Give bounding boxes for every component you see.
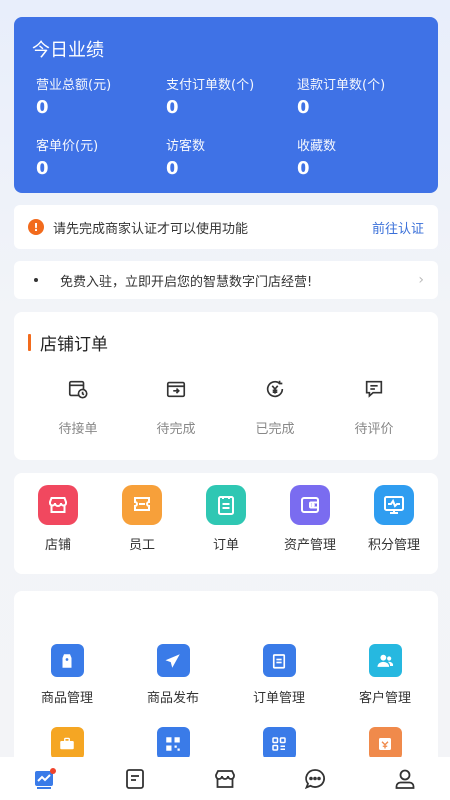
pending-order-icon bbox=[68, 380, 88, 399]
notice-text: 请先完成商家认证才可以使用功能 bbox=[53, 221, 249, 237]
stat-value: 0 bbox=[36, 158, 49, 179]
shop-icon bbox=[215, 769, 235, 788]
store-orders-title: 店铺订单 bbox=[40, 335, 108, 355]
in-progress-icon bbox=[166, 381, 186, 398]
bullet-icon bbox=[34, 278, 38, 282]
tool-assets[interactable]: 资产管理 bbox=[268, 485, 352, 553]
tab-profile[interactable] bbox=[385, 759, 425, 799]
stat-label: 访客数 bbox=[166, 139, 206, 154]
order-completed[interactable]: 已完成 bbox=[235, 378, 315, 437]
notification-dot bbox=[50, 767, 56, 774]
message-icon bbox=[304, 768, 326, 789]
stat-label: 支付订单数(个) bbox=[166, 78, 255, 93]
scan-code-icon bbox=[262, 727, 296, 760]
stat-refund-orders[interactable]: 退款订单数(个) 0 bbox=[297, 74, 427, 118]
manage-label: 商品发布 bbox=[146, 691, 199, 706]
customers-icon bbox=[368, 644, 402, 677]
tab-documents[interactable] bbox=[115, 759, 155, 799]
tool-label: 员工 bbox=[128, 538, 155, 553]
manage-item-5[interactable] bbox=[14, 727, 120, 760]
tool-points[interactable]: 积分管理 bbox=[352, 485, 436, 553]
wallet-icon bbox=[290, 485, 330, 525]
tool-store[interactable]: 店铺 bbox=[16, 485, 100, 553]
manage-label: 客户管理 bbox=[358, 691, 411, 706]
stat-favorites[interactable]: 收藏数 0 bbox=[297, 135, 427, 179]
order-status-label: 待接单 bbox=[58, 422, 98, 437]
qrcode-icon bbox=[156, 727, 190, 760]
manage-products[interactable]: 商品管理 bbox=[14, 644, 120, 706]
stat-value: 0 bbox=[36, 97, 49, 118]
stat-label: 营业总额(元) bbox=[36, 78, 112, 93]
order-list-icon bbox=[262, 644, 296, 677]
promo-text: 免费入驻，立即开启您的智慧数字门店经营! bbox=[60, 274, 313, 290]
order-status-label: 待评价 bbox=[354, 422, 394, 437]
completed-icon bbox=[266, 380, 284, 398]
promo-banner[interactable]: 免费入驻，立即开启您的智慧数字门店经营! › bbox=[14, 261, 438, 299]
tab-messages[interactable] bbox=[295, 759, 335, 799]
manage-item-8[interactable] bbox=[332, 727, 438, 760]
order-status-label: 已完成 bbox=[255, 422, 295, 437]
product-tag-icon bbox=[50, 644, 84, 677]
document-icon bbox=[126, 768, 144, 789]
send-icon bbox=[156, 644, 190, 677]
performance-title: 今日业绩 bbox=[32, 40, 104, 61]
store-icon bbox=[38, 485, 78, 525]
chevron-right-icon: › bbox=[418, 272, 424, 288]
manage-orders[interactable]: 订单管理 bbox=[226, 644, 332, 706]
manage-item-7[interactable] bbox=[226, 727, 332, 760]
manage-label: 订单管理 bbox=[252, 691, 305, 706]
order-pending-complete[interactable]: 待完成 bbox=[136, 378, 216, 437]
store-orders-card: 店铺订单 待接单 待完成 已完成 待评价 bbox=[14, 312, 438, 460]
section-accent-bar bbox=[28, 334, 31, 351]
tab-shop[interactable] bbox=[205, 759, 245, 799]
bottom-tab-bar bbox=[0, 757, 450, 800]
manage-customers[interactable]: 客户管理 bbox=[332, 644, 438, 706]
points-icon bbox=[374, 485, 414, 525]
stat-total-sales[interactable]: 营业总额(元) 0 bbox=[36, 74, 166, 118]
tool-label: 资产管理 bbox=[283, 538, 336, 553]
quick-tools-card: 店铺 员工 订单 资产管理 积分管理 bbox=[14, 473, 438, 574]
stat-label: 收藏数 bbox=[297, 139, 337, 154]
tool-label: 积分管理 bbox=[367, 538, 420, 553]
stat-label: 客单价(元) bbox=[36, 139, 99, 154]
stat-value: 0 bbox=[297, 158, 310, 179]
stat-paid-orders[interactable]: 支付订单数(个) 0 bbox=[166, 74, 296, 118]
tool-label: 店铺 bbox=[44, 538, 71, 553]
tool-staff[interactable]: 员工 bbox=[100, 485, 184, 553]
manage-label: 商品管理 bbox=[40, 691, 93, 706]
tool-label: 订单 bbox=[212, 538, 239, 553]
stat-avg-order[interactable]: 客单价(元) 0 bbox=[36, 135, 166, 179]
profile-icon bbox=[395, 769, 415, 789]
go-verify-link[interactable]: 前往认证 bbox=[372, 218, 424, 237]
order-icon bbox=[206, 485, 246, 525]
performance-card: 今日业绩 营业总额(元) 0 支付订单数(个) 0 退款订单数(个) 0 客单价… bbox=[14, 17, 438, 193]
management-card: 商品管理 商品发布 订单管理 客户管理 bbox=[14, 591, 438, 781]
order-pending-review[interactable]: 待评价 bbox=[334, 378, 414, 437]
review-icon bbox=[365, 380, 383, 398]
stat-label: 退款订单数(个) bbox=[297, 78, 386, 93]
verification-notice: ! 请先完成商家认证才可以使用功能 前往认证 bbox=[14, 205, 438, 249]
coupon-icon bbox=[368, 727, 402, 760]
stat-value: 0 bbox=[166, 97, 179, 118]
staff-icon bbox=[122, 485, 162, 525]
tool-order[interactable]: 订单 bbox=[184, 485, 268, 553]
manage-item-6[interactable] bbox=[120, 727, 226, 760]
tab-dashboard[interactable] bbox=[25, 759, 65, 799]
stat-value: 0 bbox=[166, 158, 179, 179]
manage-publish[interactable]: 商品发布 bbox=[120, 644, 226, 706]
order-pending-accept[interactable]: 待接单 bbox=[38, 378, 118, 437]
briefcase-icon bbox=[50, 727, 84, 760]
stat-visitors[interactable]: 访客数 0 bbox=[166, 135, 296, 179]
stat-value: 0 bbox=[297, 97, 310, 118]
warning-icon: ! bbox=[28, 219, 44, 235]
section-header: 店铺订单 bbox=[28, 330, 108, 355]
order-status-label: 待完成 bbox=[156, 422, 196, 437]
